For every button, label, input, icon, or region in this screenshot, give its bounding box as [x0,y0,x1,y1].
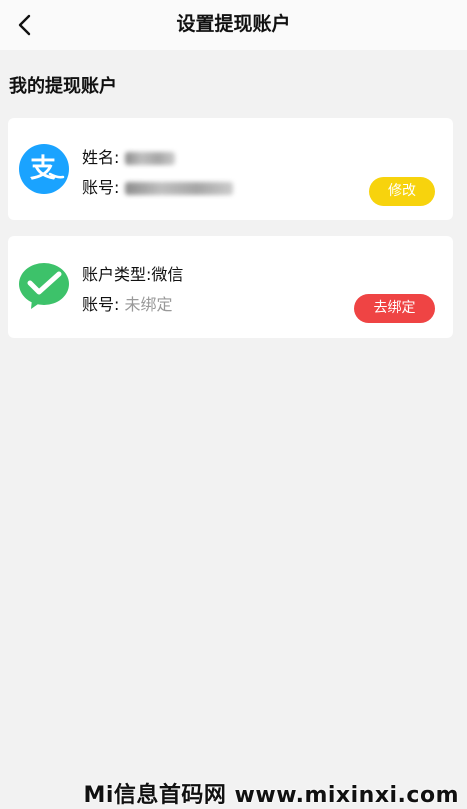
account-number-row: 账号: 未绑定 [82,291,173,315]
redacted-account [125,182,234,195]
alipay-icon: 支 [19,144,69,194]
account-type-row: 账户类型:微信 [82,265,184,284]
redacted-name [125,152,176,165]
section-title: 我的提现账户 [9,76,117,97]
wechat-account-card: 账户类型:微信 账号: 未绑定 去绑定 [8,236,453,338]
wechat-pay-icon [19,263,69,309]
page-title: 设置提现账户 [176,13,291,35]
svg-text:支: 支 [30,154,56,184]
edit-account-button[interactable]: 修改 [369,177,435,206]
bind-account-button[interactable]: 去绑定 [354,294,435,323]
watermark: Mi信息首码网 www.mixinxi.com [83,783,459,808]
account-name-row: 姓名: [82,144,176,168]
account-label: 账号: [82,178,120,197]
top-nav-bar: 设置提现账户 [0,0,467,50]
account-number-row: 账号: [82,174,234,198]
account-status: 未绑定 [124,295,173,314]
name-label: 姓名: [82,148,120,167]
alipay-account-card: 支 姓名: 账号: 修改 [8,118,453,220]
account-label: 账号: [82,295,120,314]
